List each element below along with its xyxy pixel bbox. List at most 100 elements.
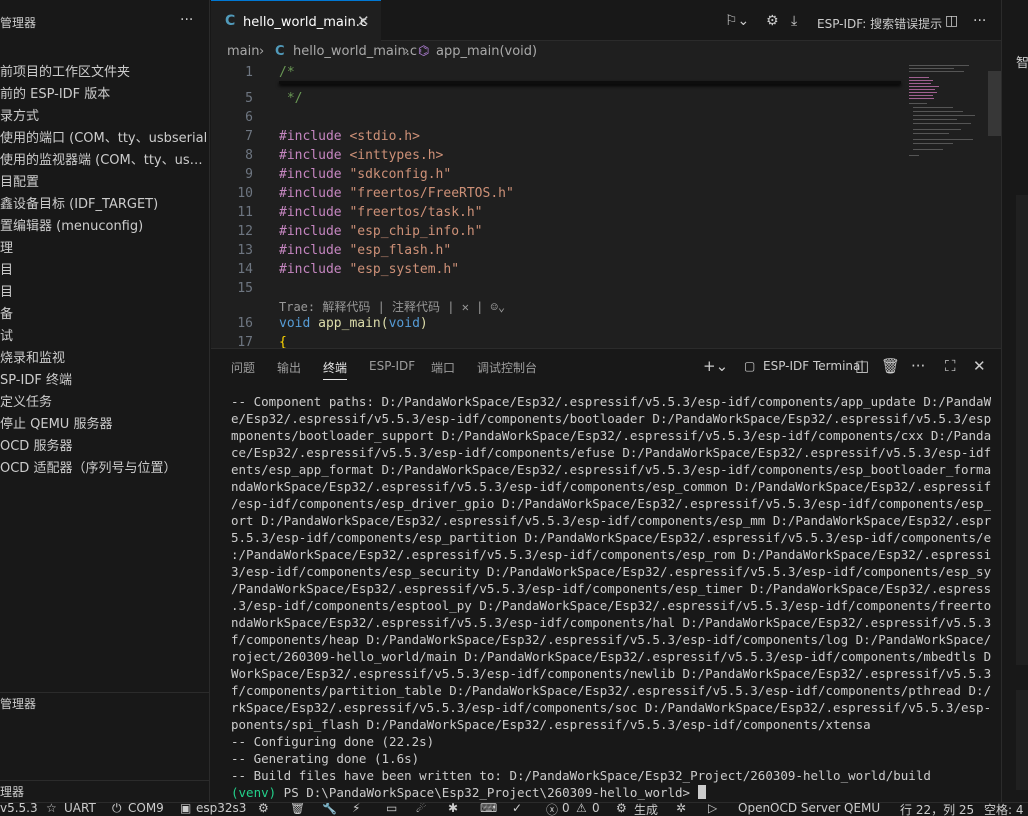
tab-ports[interactable]: 端口 — [431, 359, 455, 376]
gear-icon[interactable]: ⚙ — [766, 13, 779, 29]
tab-problems[interactable]: 问题 — [231, 359, 255, 376]
trash-icon[interactable]: 🗑 — [881, 357, 900, 375]
more-actions-icon[interactable]: ··· — [911, 357, 925, 375]
line-number: 17 — [237, 335, 253, 348]
command-item[interactable]: 置编辑器 (menuconfig) — [0, 216, 208, 238]
command-item[interactable]: 理 — [0, 238, 208, 260]
build-button[interactable]: 生成 — [634, 803, 658, 816]
line-number: 13 — [237, 243, 253, 258]
warning-count[interactable]: 0 — [592, 803, 600, 815]
code-line: #include "freertos/task.h" — [279, 205, 483, 220]
trash-icon[interactable]: 🗑 — [290, 803, 305, 815]
new-terminal-icon[interactable]: +⌄ — [703, 357, 728, 375]
c-file-icon: C — [225, 13, 236, 29]
gear-icon[interactable]: ⚙ — [258, 803, 269, 815]
command-item[interactable]: 停止 QEMU 服务器 — [0, 414, 208, 436]
status-bar: v5.5.3 ☆ UART ⏻ COM9 ▣ esp32s3 ⚙ 🗑 🔧 ⚡ ▭… — [0, 802, 1028, 816]
command-item[interactable]: 使用的监视器端 (COM、tty、us… — [0, 150, 208, 172]
cursor-position[interactable]: 行 22，列 25 — [900, 803, 974, 816]
line-number: 15 — [237, 281, 253, 296]
split-editor-icon[interactable]: ◫ — [945, 13, 958, 29]
sticky-scroll-shadow — [279, 81, 901, 84]
command-item[interactable]: 目 — [0, 282, 208, 304]
command-item[interactable]: 鑫设备目标 (IDF_TARGET) — [0, 194, 208, 216]
code-line: */ — [279, 91, 303, 106]
command-item[interactable]: 目 — [0, 260, 208, 282]
terminal-line: mponents/bootloader_support D:/PandaWork… — [231, 428, 991, 443]
command-item[interactable]: SP-IDF 终端 — [0, 370, 208, 392]
breadcrumb-symbol[interactable]: app_main(void) — [436, 44, 537, 59]
flame-icon[interactable]: ☄ — [416, 803, 427, 815]
more-actions-icon[interactable]: ··· — [973, 13, 986, 29]
maximize-panel-icon[interactable]: ⛶ — [945, 357, 956, 375]
line-number: 16 — [237, 316, 253, 331]
terminal-output[interactable]: -- Component paths: D:/PandaWorkSpace/Es… — [231, 393, 991, 801]
command-item[interactable]: 烧录和监视 — [0, 348, 208, 370]
code-line: #include <inttypes.h> — [279, 148, 444, 163]
serial-port[interactable]: COM9 — [128, 803, 164, 815]
terminal-prompt[interactable]: (venv) PS D:\PandaWorkSpace\Esp32_Projec… — [231, 784, 991, 801]
tab-terminal[interactable]: 终端 — [323, 359, 348, 380]
terminal-icon[interactable]: ⌨ — [480, 803, 497, 815]
indentation[interactable]: 空格: 4 — [984, 803, 1024, 816]
command-item[interactable]: 试 — [0, 326, 208, 348]
flash-method[interactable]: UART — [64, 803, 96, 815]
tab-hello-world-main[interactable]: C hello_world_main.c ✕ — [211, 0, 381, 41]
close-panel-icon[interactable]: ✕ — [973, 357, 986, 375]
breadcrumb-folder[interactable]: main — [227, 44, 259, 59]
section-header[interactable]: 理器 — [0, 780, 209, 802]
code-line: #include "esp_chip_info.h" — [279, 224, 483, 239]
qemu[interactable]: QEMU — [844, 803, 880, 815]
debug-icon[interactable]: ✲ — [676, 803, 686, 815]
minimap[interactable] — [907, 63, 987, 348]
command-item[interactable]: 使用的端口 (COM、tty、usbserial) — [0, 128, 208, 150]
breadcrumb-file[interactable]: hello_world_main.c — [293, 44, 417, 59]
terminal-line: ce/Esp32/.espressif/v5.5.3/esp-idf/compo… — [231, 445, 991, 460]
terminal-line: -- Generating done (1.6s) — [231, 751, 420, 766]
line-number: 1 — [245, 65, 253, 80]
more-actions-icon[interactable]: ··· — [180, 12, 193, 28]
monitor-icon[interactable]: ▭ — [386, 803, 397, 815]
download-icon[interactable]: ⤓ — [791, 13, 797, 29]
command-item[interactable]: 目配置 — [0, 172, 208, 194]
command-item[interactable]: OCD 适配器（序列号与位置） — [0, 458, 208, 480]
line-number: 9 — [245, 167, 253, 182]
search-errors-label: 搜索错误提示 — [870, 17, 943, 31]
star-icon: ☆ — [46, 802, 57, 815]
tab-output[interactable]: 输出 — [277, 359, 301, 376]
panel-header: 管理器 ··· — [0, 12, 209, 34]
tab-debug-console[interactable]: 调试控制台 — [477, 359, 537, 376]
terminal-line: /PandaWorkSpace/Esp32/.espressif/v5.5.3/… — [231, 581, 991, 596]
terminal-name[interactable]: ESP-IDF Terminal — [763, 359, 864, 373]
command-item[interactable]: OCD 服务器 — [0, 436, 208, 458]
split-terminal-icon[interactable]: ◫ — [855, 357, 869, 375]
terminal-line: ndaWorkSpace/Esp32/.espressif/v5.5.3/esp… — [231, 615, 991, 630]
bug-icon[interactable]: ✱ — [448, 803, 458, 815]
command-item[interactable]: 备 — [0, 304, 208, 326]
command-item[interactable]: 定义任务 — [0, 392, 208, 414]
idf-target[interactable]: esp32s3 — [196, 803, 246, 815]
esp-idf-search-errors-button[interactable]: ESP-IDF: 搜索错误提示 — [817, 15, 942, 32]
idf-version[interactable]: v5.5.3 — [0, 803, 38, 815]
check-icon[interactable]: ✓ — [512, 803, 522, 815]
run-icon[interactable]: ▷ — [708, 803, 717, 815]
openocd-server[interactable]: OpenOCD Server — [738, 803, 840, 815]
flash-icon[interactable]: ⚡ — [352, 803, 360, 815]
trae-codelens[interactable]: Trae: 解释代码 | 注释代码 | ✕ | ☺︎⌄ — [279, 298, 505, 315]
command-item[interactable]: 前的 ESP-IDF 版本 — [0, 84, 208, 106]
code-editor[interactable]: 1 /* 5 */ 6 7 #include <stdio.h> 8 #incl… — [211, 63, 1001, 348]
command-item[interactable]: 录方式 — [0, 106, 208, 128]
close-icon[interactable]: ✕ — [357, 12, 370, 30]
terminal-line: :/PandaWorkSpace/Esp32/.espressif/v5.5.3… — [231, 547, 991, 562]
run-debug-icon[interactable]: ⚐⌄ — [725, 13, 749, 29]
terminal-line: .3/esp-idf/components/esptool_py D:/Pand… — [231, 598, 991, 613]
section-header[interactable]: 管理器 — [0, 692, 209, 714]
command-item[interactable]: 前项目的工作区文件夹 — [0, 62, 208, 84]
editor-scrollbar[interactable] — [988, 71, 1001, 136]
tab-esp-idf[interactable]: ESP-IDF — [369, 359, 415, 373]
secondary-sidebar-title[interactable]: 智 — [1016, 52, 1028, 71]
error-count[interactable]: 0 — [562, 803, 570, 815]
wrench-icon[interactable]: 🔧 — [322, 803, 337, 815]
terminal-line: f/components/heap D:/PandaWorkSpace/Esp3… — [231, 632, 991, 647]
build-icon: ⚙ — [616, 802, 627, 815]
